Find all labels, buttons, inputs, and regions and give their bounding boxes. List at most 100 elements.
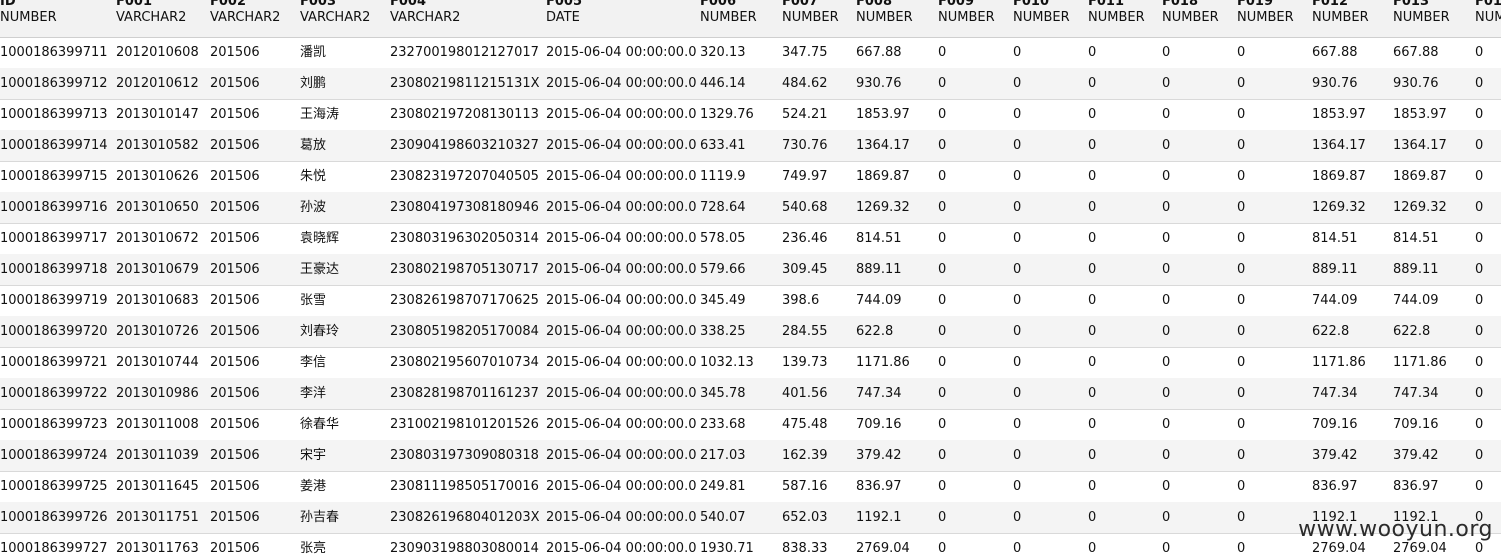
table-cell[interactable]: 0 — [1237, 533, 1245, 556]
table-cell[interactable]: 0 — [1088, 99, 1096, 130]
table-cell[interactable]: 230805198205170084 — [390, 316, 539, 347]
table-cell[interactable]: 2013010683 — [116, 285, 199, 316]
table-cell[interactable]: 667.88 — [1393, 37, 1439, 68]
table-cell[interactable]: 1000186399719 — [0, 285, 108, 316]
table-cell[interactable]: 0 — [938, 161, 946, 192]
table-cell[interactable]: 0 — [938, 254, 946, 285]
table-cell[interactable]: 0 — [938, 223, 946, 254]
table-cell[interactable]: 2015-06-04 00:00:00.0 — [546, 316, 696, 347]
table-cell[interactable]: 0 — [938, 192, 946, 223]
table-cell[interactable]: 2013011645 — [116, 471, 199, 502]
table-cell[interactable]: 201506 — [210, 471, 260, 502]
table-cell[interactable]: 1171.86 — [856, 347, 910, 378]
table-cell[interactable]: 201506 — [210, 254, 260, 285]
table-cell[interactable]: 0 — [1475, 285, 1483, 316]
table-cell[interactable]: 309.45 — [782, 254, 828, 285]
table-cell[interactable]: 232700198012127017 — [390, 37, 539, 68]
table-cell[interactable]: 0 — [1237, 99, 1245, 130]
table-cell[interactable]: 652.03 — [782, 502, 828, 533]
table-cell[interactable]: 0 — [1162, 99, 1170, 130]
table-cell[interactable]: 0 — [1088, 130, 1096, 161]
table-cell[interactable]: 284.55 — [782, 316, 828, 347]
table-cell[interactable]: 0 — [1088, 533, 1096, 556]
table-cell[interactable]: 2015-06-04 00:00:00.0 — [546, 37, 696, 68]
table-cell[interactable]: 2015-06-04 00:00:00.0 — [546, 409, 696, 440]
table-cell[interactable]: 201506 — [210, 533, 260, 556]
table-cell[interactable]: 2015-06-04 00:00:00.0 — [546, 130, 696, 161]
table-cell[interactable]: 1000186399711 — [0, 37, 108, 68]
table-cell[interactable]: 1000186399717 — [0, 223, 108, 254]
table-cell[interactable]: 2013010679 — [116, 254, 199, 285]
table-cell[interactable]: 袁晓辉 — [300, 223, 339, 254]
table-cell[interactable]: 201506 — [210, 316, 260, 347]
table-cell[interactable]: 0 — [1088, 316, 1096, 347]
column-header[interactable]: F011 NUMBER — [1088, 0, 1145, 26]
table-cell[interactable]: 201506 — [210, 161, 260, 192]
column-header[interactable]: F019 NUMBER — [1237, 0, 1294, 26]
table-cell[interactable]: 622.8 — [1393, 316, 1430, 347]
table-cell[interactable]: 2013010986 — [116, 378, 199, 409]
table-cell[interactable]: 0 — [1088, 409, 1096, 440]
table-cell[interactable]: 0 — [1013, 533, 1021, 556]
table-cell[interactable]: 398.6 — [782, 285, 819, 316]
table-cell[interactable]: 2015-06-04 00:00:00.0 — [546, 285, 696, 316]
table-cell[interactable]: 162.39 — [782, 440, 828, 471]
table-cell[interactable]: 230803196302050314 — [390, 223, 539, 254]
table-cell[interactable]: 0 — [1475, 68, 1483, 99]
table-cell[interactable]: 230823197207040505 — [390, 161, 539, 192]
table-cell[interactable]: 709.16 — [856, 409, 902, 440]
table-cell[interactable]: 345.49 — [700, 285, 746, 316]
table-cell[interactable]: 201506 — [210, 223, 260, 254]
table-cell[interactable]: 2013010582 — [116, 130, 199, 161]
table-cell[interactable]: 0 — [1475, 347, 1483, 378]
table-cell[interactable]: 0 — [1013, 68, 1021, 99]
table-cell[interactable]: 0 — [1013, 347, 1021, 378]
table-cell[interactable]: 475.48 — [782, 409, 828, 440]
table-cell[interactable]: 0 — [1013, 37, 1021, 68]
table-cell[interactable]: 345.78 — [700, 378, 746, 409]
table-cell[interactable]: 0 — [1237, 502, 1245, 533]
table-cell[interactable]: 0 — [1162, 223, 1170, 254]
table-cell[interactable]: 836.97 — [1312, 471, 1358, 502]
table-cell[interactable]: 1853.97 — [1312, 99, 1366, 130]
table-row[interactable]: 1000186399716 2013010650 201506 孙波 230804197… — [0, 192, 1501, 224]
table-cell[interactable]: 0 — [938, 68, 946, 99]
table-cell[interactable]: 2013010726 — [116, 316, 199, 347]
table-cell[interactable]: 667.88 — [856, 37, 902, 68]
table-cell[interactable]: 王豪达 — [300, 254, 339, 285]
table-cell[interactable]: 0 — [1237, 378, 1245, 409]
table-cell[interactable]: 0 — [1475, 471, 1483, 502]
table-cell[interactable]: 1000186399716 — [0, 192, 108, 223]
table-cell[interactable]: 579.66 — [700, 254, 746, 285]
column-header[interactable]: F001 VARCHAR2 — [116, 0, 186, 26]
table-cell[interactable]: 201506 — [210, 440, 260, 471]
table-cell[interactable]: 23082619680401203X — [390, 502, 540, 533]
table-cell[interactable]: 0 — [1013, 161, 1021, 192]
table-cell[interactable]: 1000186399724 — [0, 440, 108, 471]
table-cell[interactable]: 潘凯 — [300, 37, 326, 68]
column-header[interactable]: F008 NUMBER — [856, 0, 913, 26]
table-cell[interactable]: 2015-06-04 00:00:00.0 — [546, 161, 696, 192]
table-cell[interactable]: 1000186399714 — [0, 130, 108, 161]
table-cell[interactable]: 1364.17 — [856, 130, 910, 161]
table-cell[interactable]: 2015-06-04 00:00:00.0 — [546, 254, 696, 285]
table-cell[interactable]: 刘鹏 — [300, 68, 326, 99]
table-cell[interactable]: 749.97 — [782, 161, 828, 192]
table-cell[interactable]: 0 — [1088, 161, 1096, 192]
table-cell[interactable]: 1032.13 — [700, 347, 754, 378]
table-cell[interactable]: 0 — [1475, 378, 1483, 409]
table-cell[interactable]: 0 — [938, 533, 946, 556]
table-cell[interactable]: 0 — [1162, 130, 1170, 161]
table-cell[interactable]: 1329.76 — [700, 99, 754, 130]
table-cell[interactable]: 0 — [1237, 130, 1245, 161]
table-cell[interactable]: 0 — [1237, 37, 1245, 68]
table-cell[interactable]: 231002198101201526 — [390, 409, 539, 440]
table-cell[interactable]: 孙吉春 — [300, 502, 339, 533]
table-cell[interactable]: 230904198603210327 — [390, 130, 539, 161]
table-cell[interactable]: 0 — [1237, 68, 1245, 99]
table-row[interactable]: 1000186399724 2013011039 201506 宋宇 230803197… — [0, 440, 1501, 472]
table-row[interactable]: 1000186399726 2013011751 201506 孙吉春 23082619… — [0, 502, 1501, 534]
table-cell[interactable]: 0 — [938, 378, 946, 409]
table-cell[interactable]: 836.97 — [856, 471, 902, 502]
table-cell[interactable]: 1269.32 — [856, 192, 910, 223]
